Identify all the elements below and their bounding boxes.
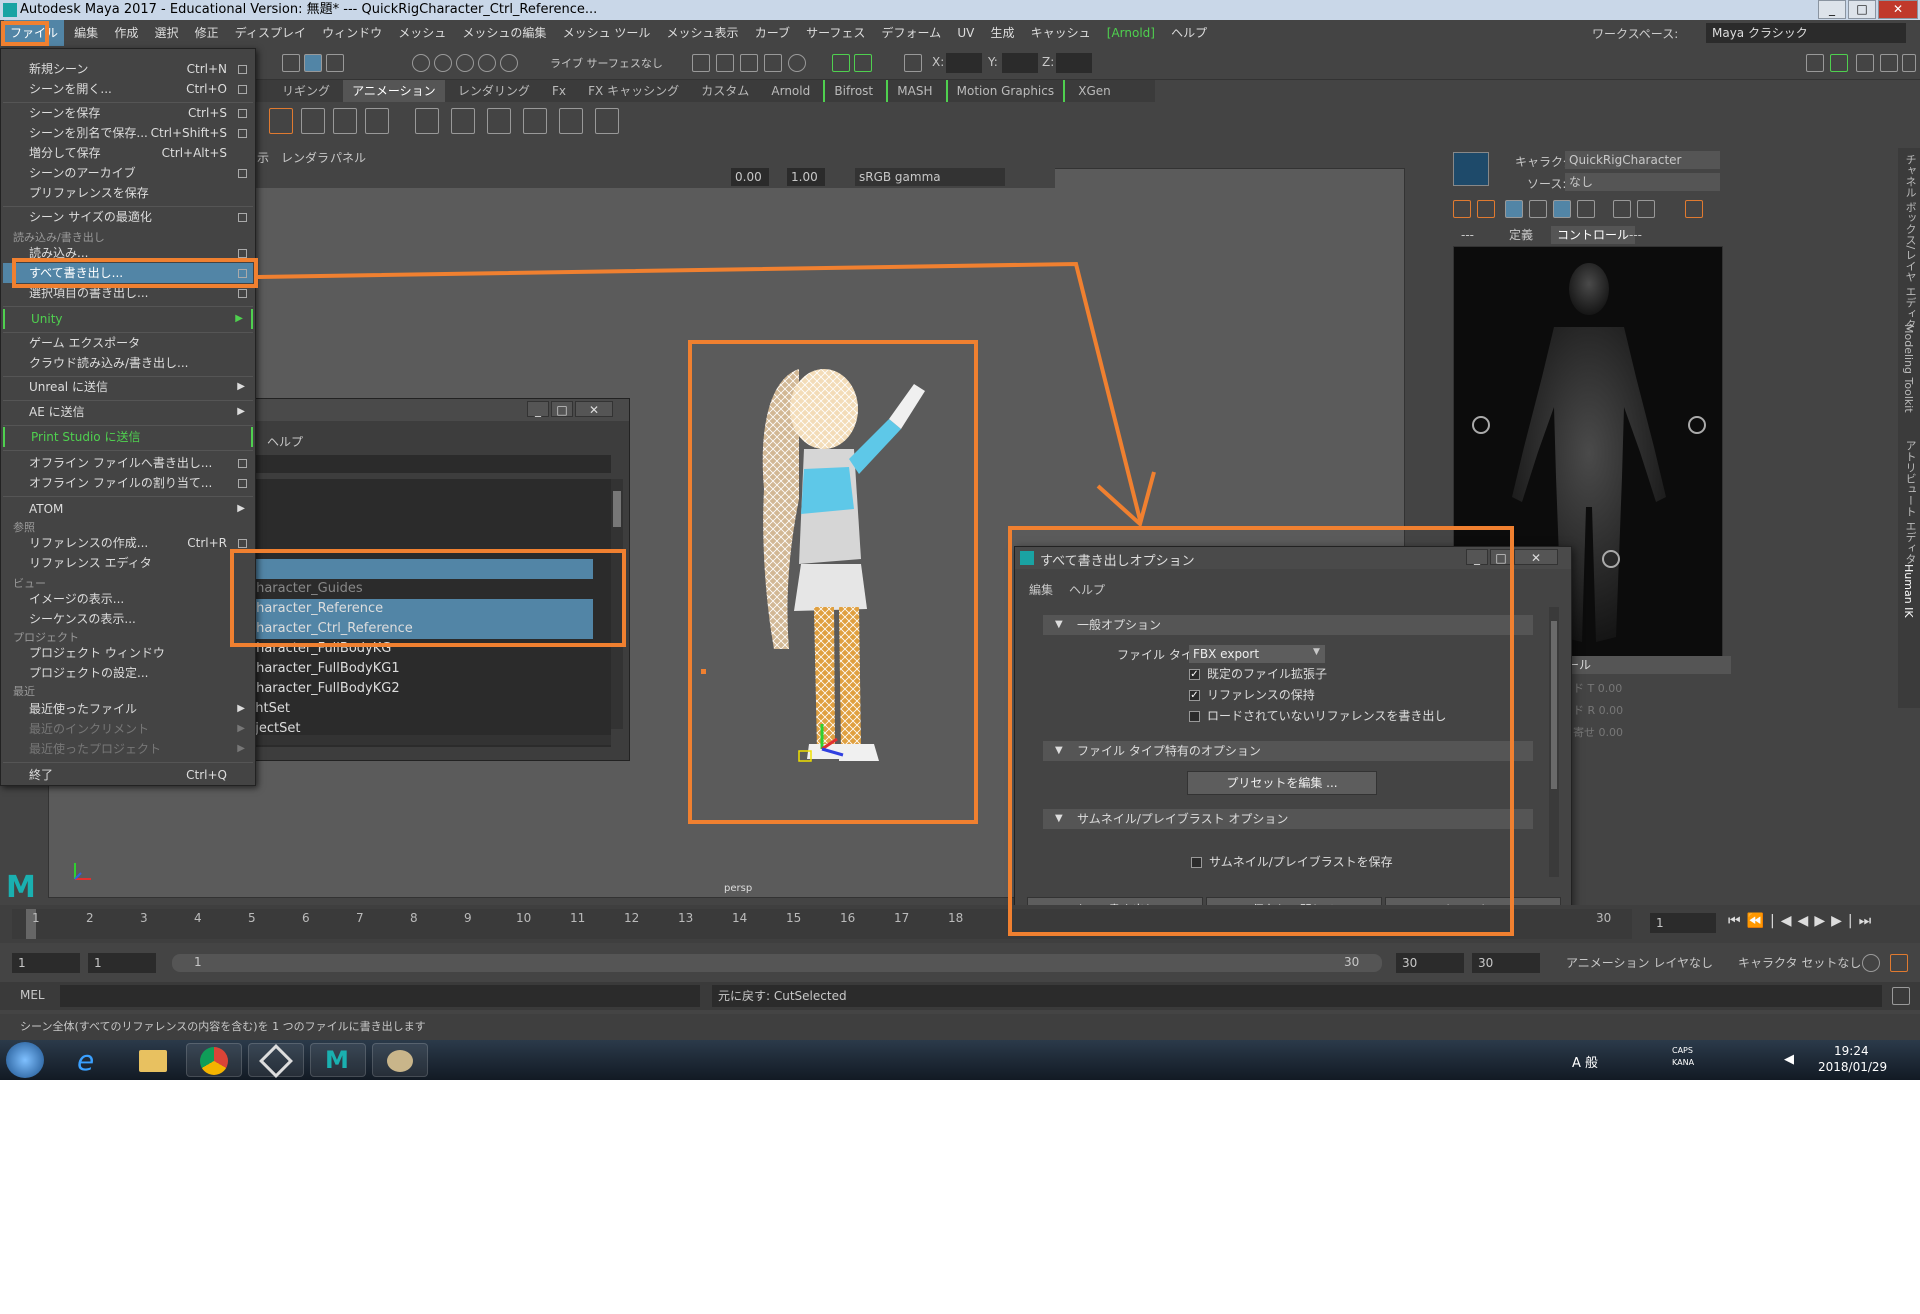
taskbar-chrome-icon[interactable] <box>186 1043 242 1077</box>
ie-glyph-icon: e <box>77 1044 95 1077</box>
annotation-arrow <box>257 261 1156 528</box>
clock-date[interactable]: 2018/01/29 <box>1818 1060 1887 1074</box>
folder-icon <box>139 1050 167 1072</box>
maya-taskbar-glyph-icon: M <box>325 1046 349 1074</box>
ime-indicator[interactable]: A 般 <box>1572 1052 1598 1071</box>
palette-icon <box>387 1050 413 1072</box>
clock-time[interactable]: 19:24 <box>1834 1044 1869 1058</box>
start-button-icon[interactable] <box>6 1042 44 1078</box>
taskbar-maya-icon[interactable]: M <box>310 1043 366 1077</box>
system-tray: A 般 CAPS KANA ◀ 19:24 2018/01/29 <box>1540 1044 1920 1076</box>
maya-window: Autodesk Maya 2017 - Educational Version… <box>0 0 1920 1040</box>
taskbar-unity-icon[interactable] <box>248 1043 304 1078</box>
taskbar-ie-icon[interactable]: e <box>62 1043 118 1077</box>
taskbar-explorer-icon[interactable] <box>124 1043 180 1077</box>
chrome-logo-icon <box>200 1047 228 1075</box>
unity-logo-icon <box>259 1044 293 1078</box>
taskbar-paint-icon[interactable] <box>372 1043 428 1077</box>
kana-indicator: KANA <box>1672 1058 1695 1067</box>
speaker-icon[interactable]: ◀ <box>1784 1052 1794 1067</box>
caps-indicator: CAPS <box>1672 1046 1693 1055</box>
windows-taskbar: e M A 般 CAPS KANA ◀ 19:24 2018/01/29 <box>0 1040 1920 1080</box>
